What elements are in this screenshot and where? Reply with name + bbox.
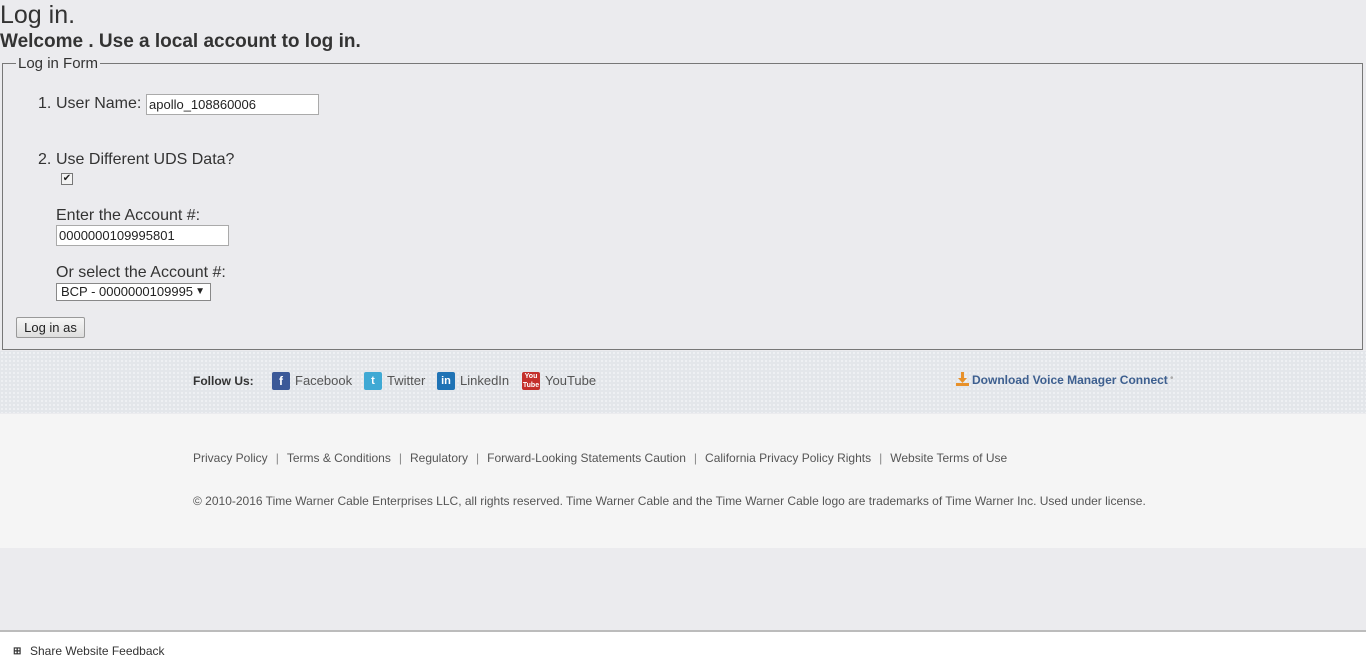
bullet-icon: • (1170, 373, 1174, 384)
checkmark-icon: ✔ (62, 173, 72, 184)
list-number-2: 2. (38, 151, 52, 168)
account-label: Enter the Account #: (56, 207, 201, 224)
footer: Privacy Policy | Terms & Conditions | Regula… (0, 414, 1366, 548)
page-subtitle: Welcome . Use a local account to log in. (0, 31, 361, 52)
account-select[interactable]: BCP - 0000000109995 ▼ (56, 283, 211, 301)
page-title: Log in. (0, 1, 76, 29)
forward-looking-link[interactable]: Forward-Looking Statements Caution (487, 451, 686, 465)
regulatory-link[interactable]: Regulatory (410, 451, 468, 465)
separator: | (275, 451, 279, 465)
follow-us-label: Follow Us: (193, 374, 254, 388)
account-select-label: Or select the Account #: (56, 264, 226, 281)
twitter-icon[interactable]: t (364, 372, 382, 390)
login-form-legend: Log in Form (18, 55, 99, 72)
california-privacy-link[interactable]: California Privacy Policy Rights (705, 451, 871, 465)
uds-checkbox[interactable]: ✔ (61, 173, 73, 185)
share-feedback-link[interactable]: Share Website Feedback (30, 644, 165, 658)
linkedin-icon[interactable]: in (437, 372, 455, 390)
download-icon[interactable] (956, 372, 969, 386)
linkedin-link[interactable]: LinkedIn (460, 373, 509, 388)
facebook-link[interactable]: Facebook (295, 373, 352, 388)
separator: | (693, 451, 698, 465)
expand-icon[interactable]: ⊞ (13, 646, 21, 657)
account-input[interactable]: 0000000109995801 (56, 225, 229, 246)
privacy-policy-link[interactable]: Privacy Policy (193, 451, 268, 465)
username-label: User Name: (56, 95, 142, 112)
youtube-link[interactable]: YouTube (545, 373, 596, 388)
username-input[interactable]: apollo_108860006 (146, 94, 319, 115)
download-voice-manager-link[interactable]: Download Voice Manager Connect (972, 373, 1168, 387)
twitter-link[interactable]: Twitter (387, 373, 425, 388)
youtube-icon[interactable]: You Tube (522, 372, 540, 390)
separator: | (398, 451, 402, 465)
footer-links: Privacy Policy | Terms & Conditions | Regula… (193, 451, 1007, 465)
separator: | (476, 451, 480, 465)
social-band: Follow Us: f Facebook t Twitter in Linke… (0, 351, 1366, 413)
list-number-1: 1. (38, 95, 52, 112)
account-select-value: BCP - 0000000109995 (61, 284, 194, 299)
facebook-icon[interactable]: f (272, 372, 290, 390)
dropdown-arrow-icon: ▼ (195, 286, 205, 297)
terms-conditions-link[interactable]: Terms & Conditions (287, 451, 391, 465)
feedback-bar: ⊞ Share Website Feedback (0, 630, 1366, 667)
login-button[interactable]: Log in as (16, 317, 85, 338)
uds-label: Use Different UDS Data? (56, 151, 235, 168)
copyright-text: © 2010-2016 Time Warner Cable Enterprise… (193, 494, 1146, 508)
separator: | (879, 451, 883, 465)
website-terms-link[interactable]: Website Terms of Use (890, 451, 1007, 465)
